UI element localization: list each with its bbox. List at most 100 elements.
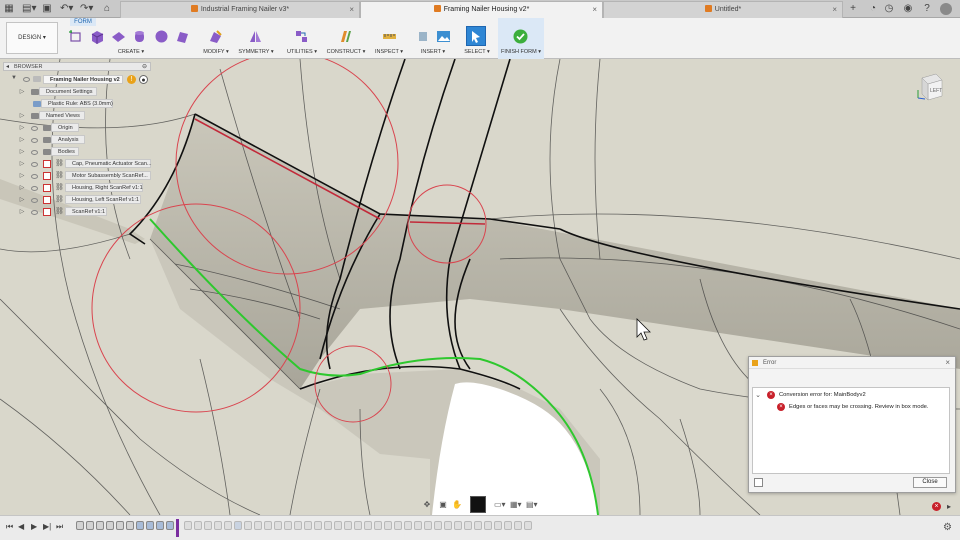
timeline-feature[interactable] xyxy=(116,521,124,530)
timeline-feature[interactable] xyxy=(224,521,232,530)
finish-form-check-icon[interactable] xyxy=(513,29,528,44)
create-group[interactable]: CREATE ▾ xyxy=(66,18,196,59)
timeline-feature[interactable] xyxy=(354,521,362,530)
select-cursor-icon[interactable] xyxy=(469,29,484,44)
timeline-feature[interactable] xyxy=(86,521,94,530)
file-menu-icon[interactable]: ▤▾ xyxy=(22,2,36,16)
document-settings-caret-icon[interactable]: ▷ xyxy=(19,88,25,95)
timeline-feature[interactable] xyxy=(194,521,202,530)
user-avatar[interactable] xyxy=(940,3,952,15)
browser-item-scanref[interactable]: ScanRef v1:1 xyxy=(65,207,107,216)
timeline-marker[interactable] xyxy=(176,519,179,537)
warning-icon[interactable]: ! xyxy=(127,75,136,84)
visibility-eye-icon[interactable] xyxy=(31,150,38,155)
timeline-feature[interactable] xyxy=(514,521,522,530)
browser-item-named-views[interactable]: Named Views xyxy=(39,111,85,120)
timeline-feature[interactable] xyxy=(474,521,482,530)
timeline-feature[interactable] xyxy=(254,521,262,530)
inspect-group[interactable]: INSPECT ▾ xyxy=(372,18,406,59)
timeline-feature[interactable] xyxy=(184,521,192,530)
origin-caret-icon[interactable]: ▷ xyxy=(19,124,25,131)
insert-derive-icon[interactable] xyxy=(416,29,431,44)
close-button[interactable]: Close xyxy=(913,477,947,488)
timeline-feature[interactable] xyxy=(304,521,312,530)
measure-icon[interactable] xyxy=(382,29,397,44)
go-to-start-icon[interactable]: ⏮ xyxy=(6,522,13,532)
visibility-eye-icon[interactable] xyxy=(31,198,38,203)
expand-caret-icon[interactable]: ⌄ xyxy=(755,391,761,399)
insert-canvas-icon[interactable] xyxy=(436,29,451,44)
new-tab-button[interactable]: + xyxy=(848,2,858,16)
plane-icon[interactable] xyxy=(111,29,126,44)
home-icon[interactable]: ⌂ xyxy=(102,2,112,16)
component-caret-icon[interactable]: ▷ xyxy=(19,196,25,203)
browser-item-document-settings[interactable]: Document Settings xyxy=(39,87,97,96)
finish-form-group[interactable]: FINISH FORM ▾ xyxy=(498,18,544,59)
grid-menu-icon[interactable]: ▦ xyxy=(4,2,14,16)
cylinder-icon[interactable] xyxy=(132,29,147,44)
browser-item-housing-left[interactable]: Housing, Left ScanRef v1:1 xyxy=(65,195,141,204)
viewports-icon[interactable]: ▤▾ xyxy=(526,500,538,509)
visibility-eye-icon[interactable] xyxy=(31,186,38,191)
visibility-eye-icon[interactable] xyxy=(31,138,38,143)
component-caret-icon[interactable]: ▷ xyxy=(19,184,25,191)
close-icon[interactable]: × xyxy=(832,2,837,18)
insert-group[interactable]: INSERT ▾ xyxy=(414,18,452,59)
redo-icon[interactable]: ↷▾ xyxy=(80,2,93,16)
timeline-feature[interactable] xyxy=(324,521,332,530)
root-caret-icon[interactable]: ▼ xyxy=(11,75,17,81)
visibility-eye-icon[interactable] xyxy=(31,210,38,215)
look-at-icon[interactable]: ▣ xyxy=(438,500,448,509)
timeline-feature[interactable] xyxy=(464,521,472,530)
box-icon[interactable] xyxy=(90,29,105,44)
browser-root-item[interactable]: Framing Nailer Housing v2 xyxy=(43,75,123,84)
edit-form-icon[interactable] xyxy=(208,29,223,44)
doc-tab-framing-nailer-housing[interactable]: Framing Nailer Housing v2* × xyxy=(360,1,603,18)
doc-tab-industrial-framing-nailer[interactable]: Industrial Framing Nailer v3* × xyxy=(120,1,360,18)
browser-item-housing-right[interactable]: Housing, Right ScanRef v1:1 xyxy=(65,183,143,192)
activate-radio-icon[interactable]: ● xyxy=(139,75,148,84)
construct-plane-icon[interactable] xyxy=(338,29,353,44)
timeline-feature[interactable] xyxy=(76,521,84,530)
pan-icon[interactable]: ✋ xyxy=(452,500,462,509)
timeline-feature[interactable] xyxy=(204,521,212,530)
named-views-caret-icon[interactable]: ▷ xyxy=(19,112,25,119)
text-commands-icon[interactable]: ▸ xyxy=(944,500,954,514)
timeline-feature[interactable] xyxy=(444,521,452,530)
zoom-window-button[interactable] xyxy=(470,496,486,513)
timeline-feature[interactable] xyxy=(414,521,422,530)
extensions-icon[interactable]: ◔ xyxy=(868,2,878,16)
box-sketch-icon[interactable] xyxy=(68,29,83,44)
go-to-end-icon[interactable]: ⏭ xyxy=(56,522,63,532)
visibility-eye-icon[interactable] xyxy=(23,77,30,82)
error-status-icon[interactable]: × xyxy=(932,502,941,511)
timeline-feature[interactable] xyxy=(384,521,392,530)
collapse-icon[interactable]: ◂ xyxy=(6,63,9,71)
viewcube[interactable]: LEFT xyxy=(916,68,946,102)
workspace-switcher[interactable]: DESIGN ▾ xyxy=(6,22,58,54)
pin-icon[interactable]: ⊖ xyxy=(142,63,147,71)
dialog-titlebar[interactable]: Error × xyxy=(749,357,955,369)
timeline-feature[interactable] xyxy=(404,521,412,530)
step-back-icon[interactable]: ◀ xyxy=(18,522,24,531)
timeline-feature[interactable] xyxy=(214,521,222,530)
browser-item-plastic-rule[interactable]: Plastic Rule: ABS (3.0mm) xyxy=(41,99,113,108)
browser-item-cap-pneumatic[interactable]: Cap, Pneumatic Actuator Scan... xyxy=(65,159,152,168)
doc-tab-untitled[interactable]: Untitled* × xyxy=(603,1,843,18)
browser-item-origin[interactable]: Origin xyxy=(51,123,79,132)
timeline-feature[interactable] xyxy=(244,521,252,530)
sphere-icon[interactable] xyxy=(154,29,169,44)
modify-group[interactable]: MODIFY ▾ xyxy=(200,18,232,59)
browser-item-bodies[interactable]: Bodies xyxy=(51,147,79,156)
notifications-icon[interactable]: ◉ xyxy=(902,2,914,16)
timeline-feature[interactable] xyxy=(524,521,532,530)
timeline-feature[interactable] xyxy=(344,521,352,530)
timeline-feature[interactable] xyxy=(274,521,282,530)
job-status-icon[interactable]: ◷ xyxy=(884,2,894,16)
timeline-feature[interactable] xyxy=(424,521,432,530)
visibility-eye-icon[interactable] xyxy=(31,126,38,131)
timeline-feature[interactable] xyxy=(284,521,292,530)
help-icon[interactable]: ? xyxy=(922,2,932,16)
close-icon[interactable]: × xyxy=(349,2,354,18)
timeline-feature[interactable] xyxy=(314,521,322,530)
